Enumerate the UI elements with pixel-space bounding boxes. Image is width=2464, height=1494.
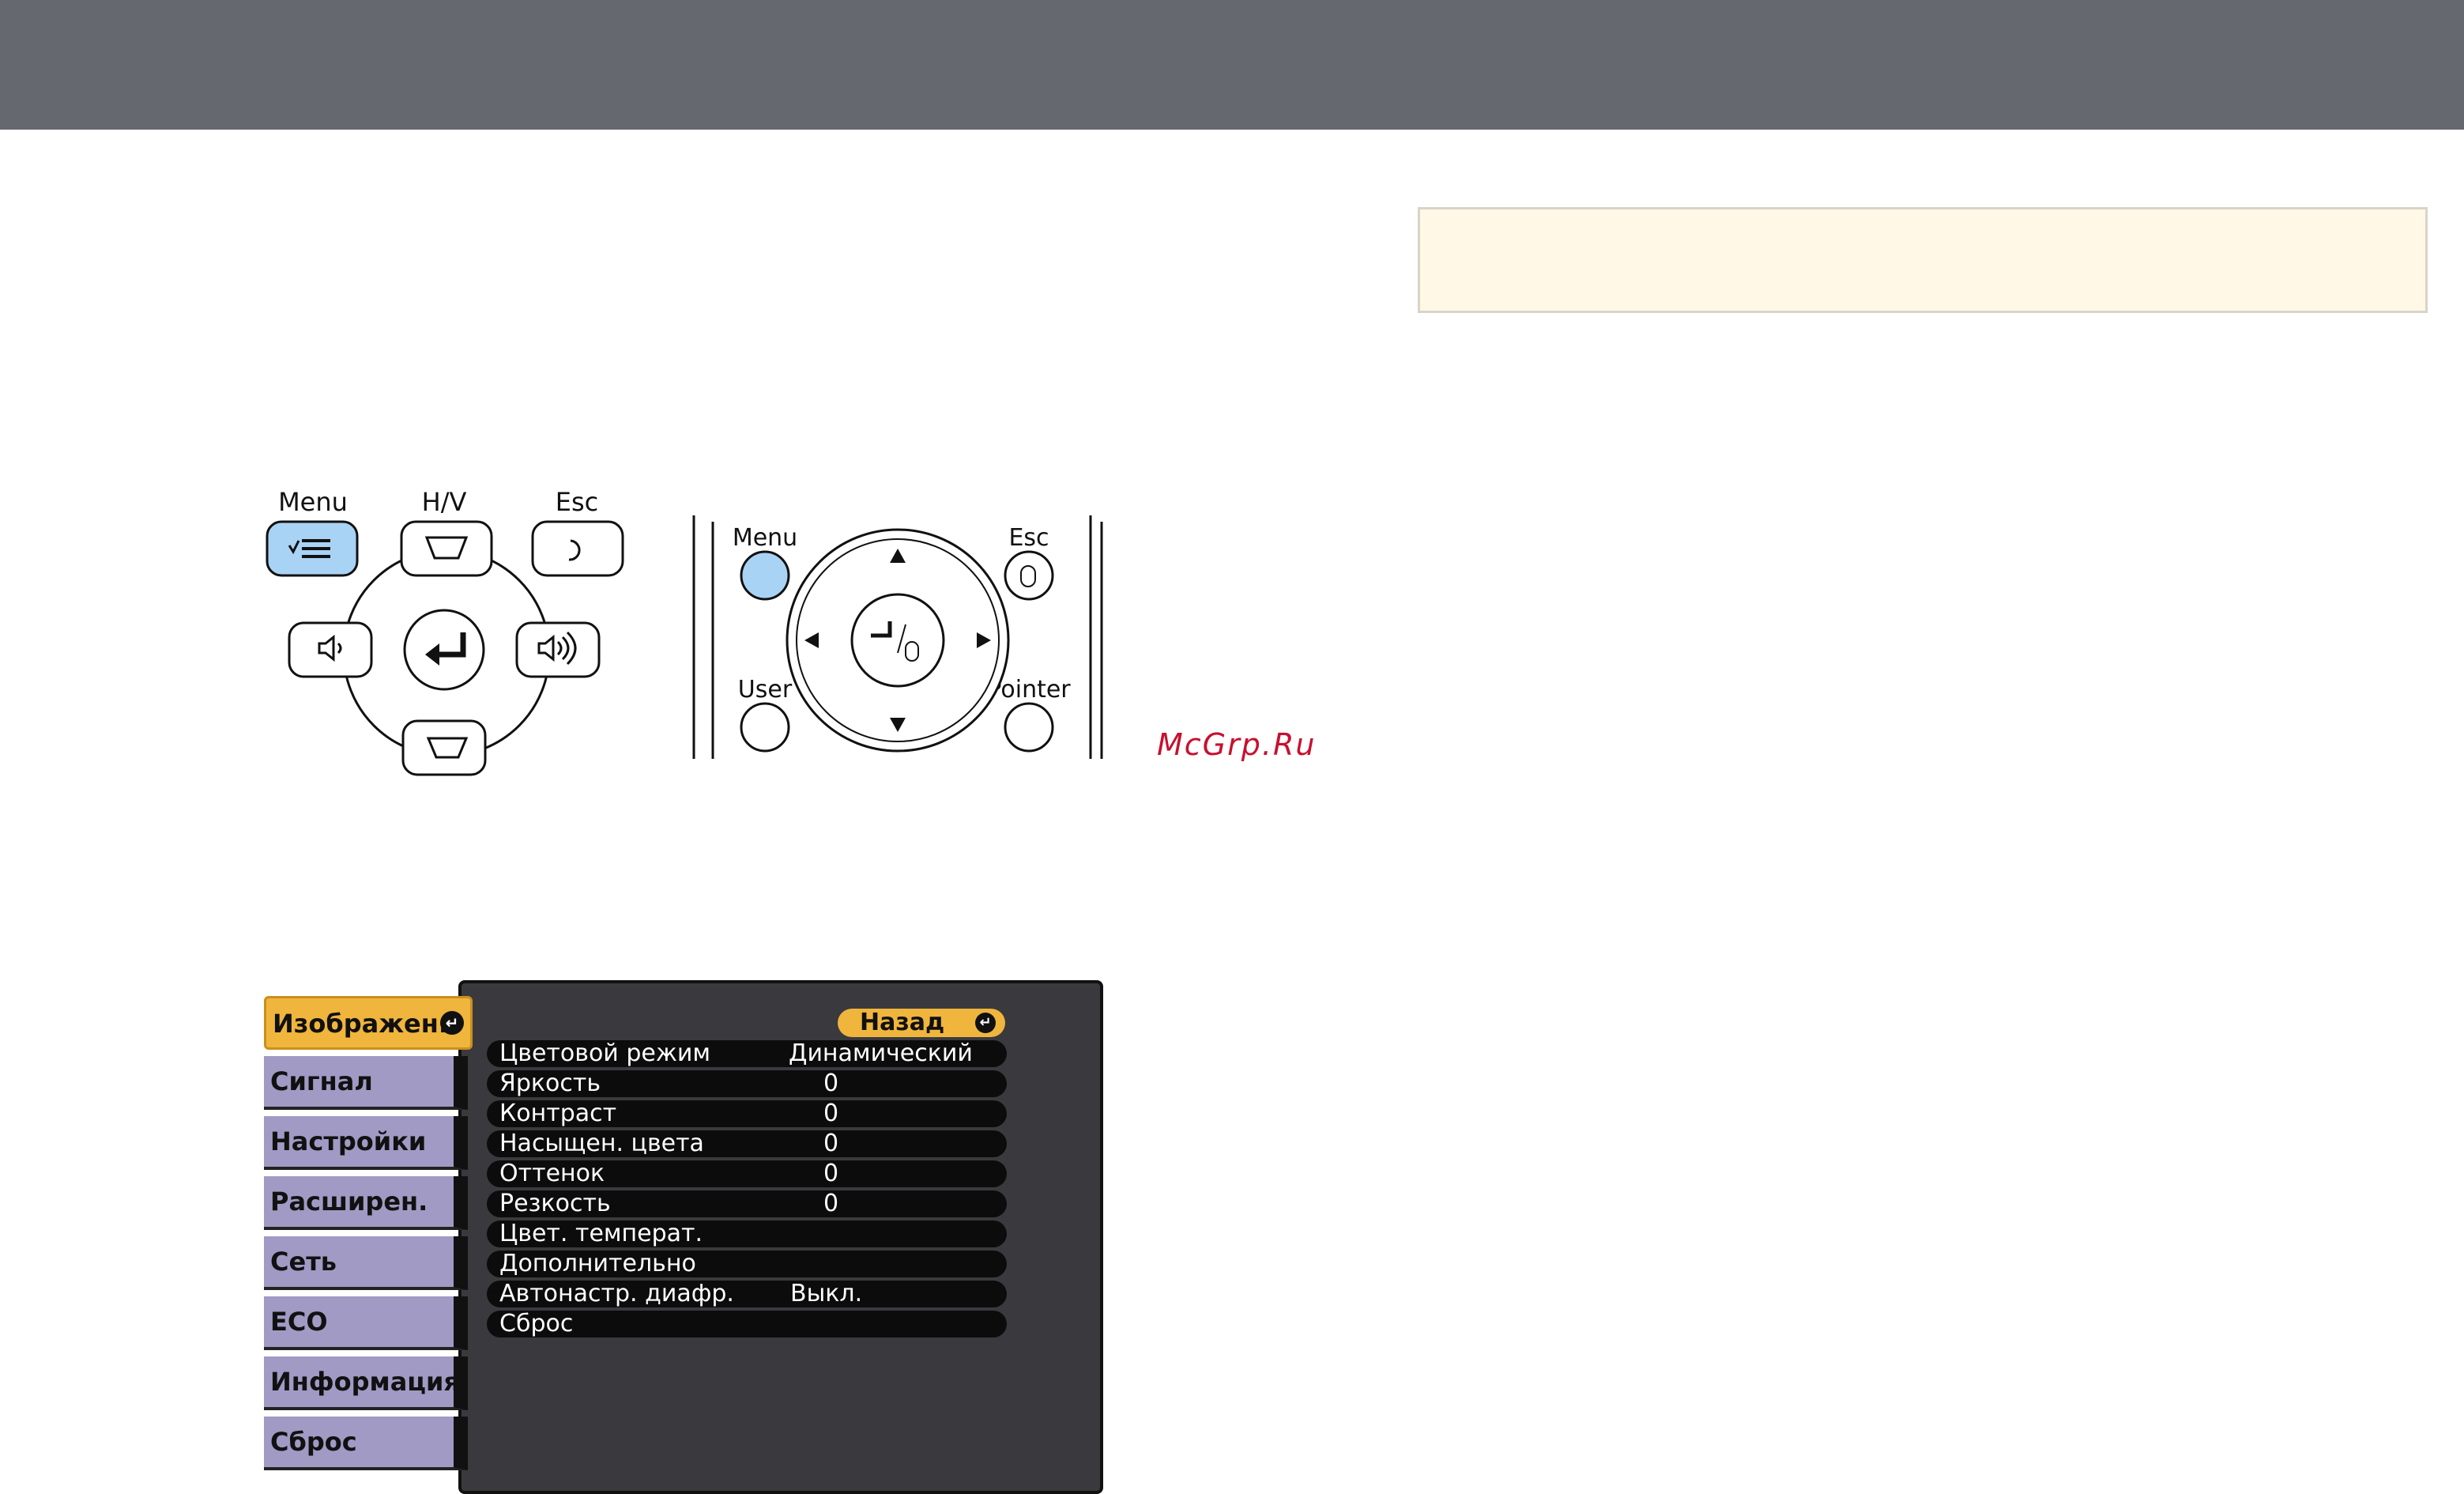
row-label: Автонастр. диафр. (499, 1280, 734, 1307)
osd-tab-info[interactable]: Информация (264, 1356, 468, 1410)
row-label: Цветовой режим (499, 1039, 710, 1067)
osd-tab-label: ECO (270, 1307, 328, 1337)
header-bar (0, 0, 2464, 130)
keystone-bottom-button[interactable] (401, 719, 487, 776)
osd-row-auto-iris[interactable]: Автонастр. диафр. Выкл. (487, 1281, 1007, 1307)
menu-button[interactable] (266, 520, 359, 577)
row-label: Дополнительно (499, 1250, 696, 1277)
button-diagram: Menu H/V Esc Menu Esc User Pointer (266, 487, 1103, 776)
hv-label: H/V (422, 487, 467, 517)
row-value: 0 (823, 1160, 839, 1187)
osd-tab-label: Изображен. (273, 1009, 449, 1039)
osd-row-advanced[interactable]: Дополнительно (487, 1251, 1007, 1277)
row-value: 0 (823, 1100, 839, 1127)
remote-esc-label: Esc (1008, 524, 1049, 552)
osd-tab-settings[interactable]: Настройки (264, 1116, 468, 1170)
row-label: Контраст (499, 1100, 617, 1127)
row-label: Яркость (499, 1070, 601, 1097)
osd-tab-eco[interactable]: ECO (264, 1296, 468, 1350)
row-value: Выкл. (790, 1280, 863, 1307)
remote-menu-label: Menu (733, 524, 797, 552)
remote-menu-button[interactable] (740, 550, 790, 601)
osd-row-tint[interactable]: Оттенок 0 (487, 1160, 1007, 1187)
esc-button[interactable] (531, 520, 624, 577)
remote-user-label: User (738, 676, 793, 704)
osd-row-contrast[interactable]: Контраст 0 (487, 1100, 1007, 1127)
row-value: 0 (823, 1190, 839, 1217)
remote-pointer-button[interactable] (1004, 702, 1054, 753)
osd-tab-label: Информация (270, 1367, 460, 1397)
back-label: Назад (860, 1009, 945, 1036)
remote-dpad[interactable] (786, 528, 1010, 753)
osd-row-saturation[interactable]: Насыщен. цвета 0 (487, 1130, 1007, 1157)
row-label: Оттенок (499, 1160, 605, 1187)
row-label: Сброс (499, 1310, 574, 1337)
osd-row-color-temp[interactable]: Цвет. температ. (487, 1220, 1007, 1247)
osd-tab-label: Сеть (270, 1247, 337, 1277)
enter-icon: ↵ (975, 1013, 996, 1033)
watermark-text: McGrp.Ru (1157, 727, 1317, 762)
remote-esc-button[interactable] (1004, 550, 1054, 601)
row-value: 0 (823, 1070, 839, 1097)
osd-tab-signal[interactable]: Сигнал (264, 1056, 468, 1110)
osd-tab-label: Сигнал (270, 1066, 373, 1096)
back-button[interactable]: Назад ↵ (838, 1009, 1005, 1037)
osd-tab-label: Расширен. (270, 1187, 428, 1217)
row-label: Резкость (499, 1190, 611, 1217)
enter-button[interactable] (403, 609, 485, 691)
row-value: Динамический (789, 1039, 973, 1067)
osd-row-color-mode[interactable]: Цветовой режим Динамический (487, 1040, 1007, 1067)
osd-tab-label: Настройки (270, 1126, 427, 1156)
row-value: 0 (823, 1130, 839, 1157)
osd-tab-label: Сброс (270, 1427, 357, 1457)
osd-menu: Изображен. ↵ Сигнал Настройки Расширен. … (262, 980, 1103, 1494)
osd-tab-extended[interactable]: Расширен. (264, 1176, 468, 1230)
osd-row-brightness[interactable]: Яркость 0 (487, 1070, 1007, 1097)
row-label: Насыщен. цвета (499, 1130, 704, 1157)
osd-tab-network[interactable]: Сеть (264, 1236, 468, 1290)
note-box (1418, 207, 2428, 313)
volume-up-button[interactable] (515, 621, 601, 678)
osd-row-reset[interactable]: Сброс (487, 1311, 1007, 1337)
enter-icon: ↵ (440, 1011, 464, 1035)
volume-down-button[interactable] (288, 621, 373, 678)
keystone-hv-button[interactable] (400, 520, 493, 577)
row-label: Цвет. температ. (499, 1220, 703, 1247)
remote-user-button[interactable] (740, 702, 790, 753)
esc-label: Esc (556, 487, 598, 517)
osd-row-sharpness[interactable]: Резкость 0 (487, 1190, 1007, 1217)
osd-tab-reset[interactable]: Сброс (264, 1417, 468, 1470)
osd-tab-image[interactable]: Изображен. ↵ (264, 996, 473, 1050)
menu-label: Menu (278, 487, 348, 517)
